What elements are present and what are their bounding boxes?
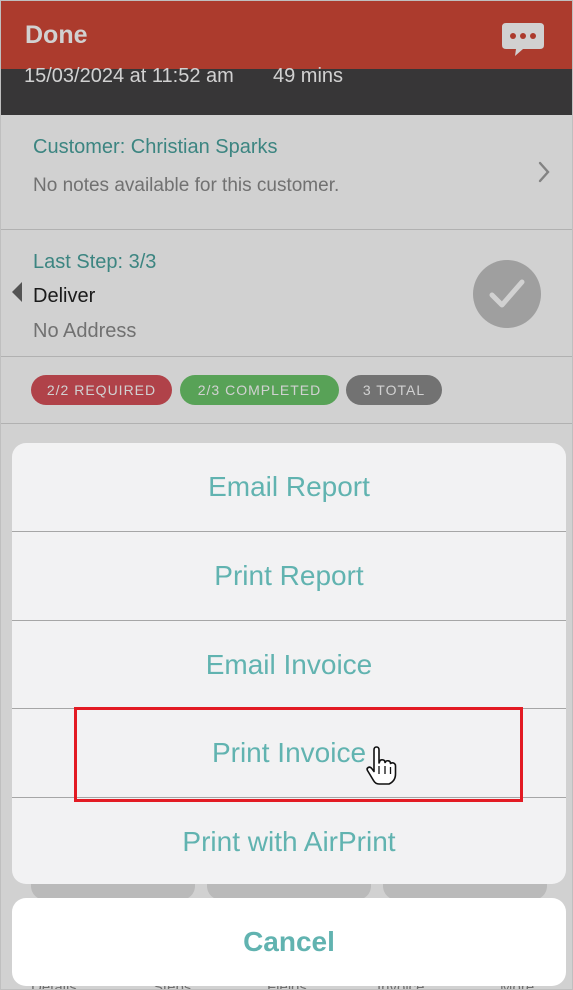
cancel-button[interactable]: Cancel [12, 898, 566, 986]
email-report-option[interactable]: Email Report [12, 443, 566, 531]
action-sheet: Email Report Print Report Email Invoice … [12, 443, 566, 884]
highlight-box [74, 707, 523, 802]
print-report-option[interactable]: Print Report [12, 532, 566, 620]
hand-cursor-icon [366, 746, 397, 785]
print-airprint-option[interactable]: Print with AirPrint [12, 798, 566, 884]
screen: Done 15/03/2024 at 11:52 am 49 mins Cust… [0, 0, 573, 990]
email-invoice-option[interactable]: Email Invoice [12, 621, 566, 709]
